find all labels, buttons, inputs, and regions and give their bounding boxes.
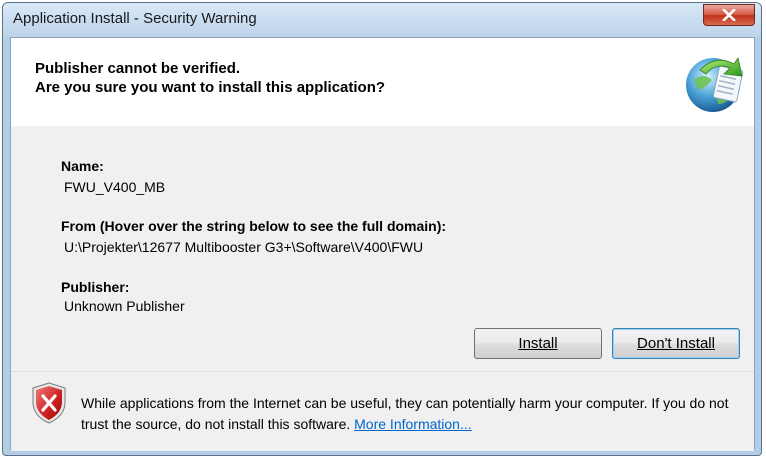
publisher-value: Unknown Publisher bbox=[64, 298, 185, 314]
install-button[interactable]: Install bbox=[474, 328, 602, 359]
from-label: From (Hover over the string below to see… bbox=[61, 218, 447, 234]
header-title: Publisher cannot be verified. bbox=[35, 60, 241, 77]
publisher-label: Publisher: bbox=[61, 279, 130, 295]
name-label: Name: bbox=[61, 158, 104, 174]
window-title: Application Install - Security Warning bbox=[13, 10, 257, 27]
close-button[interactable] bbox=[703, 4, 755, 26]
name-value: FWU_V400_MB bbox=[64, 179, 166, 195]
clickonce-globe-icon bbox=[686, 56, 744, 112]
dont-install-button[interactable]: Don't Install bbox=[612, 328, 740, 359]
close-icon bbox=[722, 9, 736, 21]
header-question: Are you sure you want to install this ap… bbox=[35, 79, 386, 96]
dialog-content: Publisher cannot be verified. Are you su… bbox=[10, 37, 755, 451]
warning-header: Publisher cannot be verified. Are you su… bbox=[11, 38, 754, 126]
warning-footer: While applications from the Internet can… bbox=[11, 371, 754, 451]
install-dialog: Application Install - Security Warning P… bbox=[2, 2, 762, 456]
shield-warning-icon bbox=[32, 382, 66, 424]
dont-install-button-label: Don't Install bbox=[637, 335, 715, 352]
from-value[interactable]: U:\Projekter\12677 Multibooster G3+\Soft… bbox=[64, 239, 423, 255]
install-button-label: Install bbox=[518, 335, 558, 352]
warning-message: While applications from the Internet can… bbox=[81, 393, 741, 435]
title-bar[interactable]: Application Install - Security Warning bbox=[3, 3, 761, 37]
more-information-link[interactable]: More Information... bbox=[354, 416, 472, 432]
